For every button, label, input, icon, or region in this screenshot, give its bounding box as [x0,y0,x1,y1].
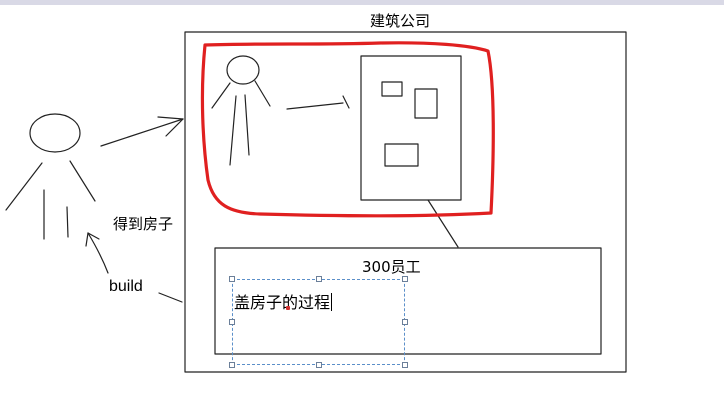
request-arrow [100,116,184,147]
plan-to-staff-line [427,199,459,248]
blueprint-arrow [286,95,350,110]
red-highlight-outline [200,41,495,218]
build-arrow [85,232,109,274]
resize-handle-bottom-left[interactable] [229,362,235,368]
resize-handle-bottom-right[interactable] [402,362,408,368]
resize-handle-left[interactable] [229,319,235,325]
resize-handle-bottom[interactable] [316,362,322,368]
text-caret [331,293,333,311]
resize-handle-right[interactable] [402,319,408,325]
build-label: build [109,278,143,295]
get-house-label: 得到房子 [113,215,174,233]
build-connector [158,292,183,303]
resize-handle-top-right[interactable] [402,276,408,282]
process-label: 盖房子的过程 [234,293,331,312]
resize-handle-top-left[interactable] [229,276,235,282]
staff-title: 300员工 [362,258,421,276]
customer-stick-figure [5,113,96,240]
resize-handle-top[interactable] [316,276,322,282]
manager-stick-figure [211,55,271,166]
house-plan [360,55,462,201]
company-title: 建筑公司 [370,12,431,30]
mouse-pointer-dot [286,306,290,310]
text-box-content[interactable]: 盖房子的过程 [234,289,333,313]
editable-text-box[interactable]: 盖房子的过程 [229,276,408,368]
